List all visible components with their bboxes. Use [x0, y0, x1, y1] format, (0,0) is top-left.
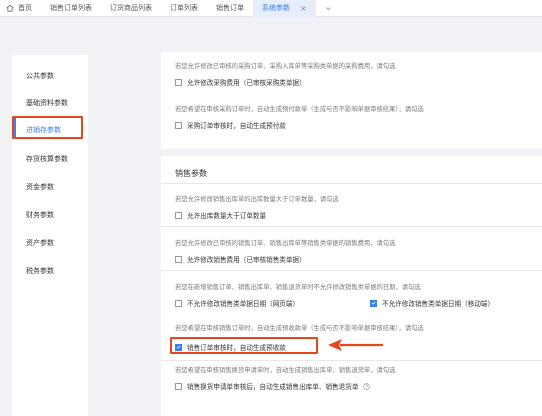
sidebar-item-cost-accounting-params[interactable]: 存货核算参数 — [26, 154, 68, 164]
sidebar-item-fund-params[interactable]: 资金参数 — [26, 182, 54, 192]
option-auto-generate-exchange[interactable]: 销售换货申请单审核后，自动生成销售出库单、销售退货单 — [175, 381, 371, 391]
tab-order-list[interactable]: 订单列表 — [161, 0, 207, 17]
sidebar — [12, 55, 88, 416]
option-allow-modify-sales-fee[interactable]: 允许修改销售费用（已审核销售类单据） — [175, 254, 306, 264]
annotation-arrow-icon — [328, 339, 383, 351]
sales-desc-2: 若您允许修改已审核的销售订单、销售出库单等销售类单据的销售费用，请勾选 — [175, 240, 396, 247]
divider — [161, 360, 542, 361]
check-icon — [176, 345, 181, 349]
tab-label: 系统参数 — [262, 4, 290, 12]
tab-label: 首页 — [18, 4, 32, 12]
option-auto-prepayment[interactable]: 采购订单审核时，自动生成预付款 — [175, 120, 286, 130]
tab-sales-order-list[interactable]: 销售订单列表 — [41, 0, 101, 17]
sidebar-item-asset-params[interactable]: 资产参数 — [26, 238, 54, 248]
tab-order-goods-list[interactable]: 订货商品列表 — [101, 0, 161, 17]
option-allow-outbound-exceed[interactable]: 允许出库数量大于订单数量 — [175, 210, 266, 220]
sidebar-item-inventory-params[interactable]: 进销存参数 — [26, 125, 61, 135]
sidebar-item-basic-data-params[interactable]: 基础资料参数 — [26, 98, 68, 108]
sales-desc-4: 若您希望在审核销售订单时，自动生成预收款单（生成与否不影响单据审核结果），请勾选 — [175, 325, 424, 332]
checkbox-checked[interactable] — [370, 299, 377, 307]
option-label: 允许出库数量大于订单数量 — [187, 212, 267, 220]
tab-sales-order[interactable]: 销售订单 — [207, 0, 253, 17]
option-label: 不允许修改销售类单据日期（移动端） — [382, 300, 495, 308]
checkbox[interactable] — [175, 121, 182, 129]
sales-desc-3: 若您在新增销售订单、销售出库单、销售退货单时不允许修改销售类单据的日期，请勾选 — [175, 284, 421, 291]
checkbox[interactable] — [175, 299, 182, 307]
sales-desc-5: 若您希望在审核销售换货申请单时，自动生成销售出库单、销售退货单，请勾选 — [175, 367, 396, 374]
option-label: 不允许修改销售类单据日期（网页端） — [187, 300, 300, 308]
option-label: 采购订单审核时，自动生成预付款 — [187, 122, 286, 130]
section-title-sales: 销售参数 — [175, 169, 207, 178]
tab-system-params[interactable]: 系统参数 × — [253, 0, 316, 17]
checkbox[interactable] — [175, 255, 182, 263]
tab-label: 销售订单列表 — [50, 4, 92, 12]
tab-home[interactable]: 首页 — [0, 0, 41, 17]
tab-label: 订单列表 — [170, 4, 198, 12]
close-icon[interactable]: × — [300, 4, 307, 13]
option-no-modify-date-mobile[interactable]: 不允许修改销售类单据日期（移动端） — [370, 298, 494, 308]
chevron-down-icon[interactable] — [316, 0, 341, 17]
home-icon — [6, 4, 14, 12]
check-icon — [371, 301, 376, 305]
divider — [161, 226, 542, 227]
tab-label: 销售订单 — [216, 4, 244, 12]
option-no-modify-date-web[interactable]: 不允许修改销售类单据日期（网页端） — [175, 298, 299, 308]
divider — [161, 183, 542, 184]
checkbox-checked[interactable] — [175, 343, 182, 351]
help-icon[interactable] — [363, 382, 371, 390]
checkbox[interactable] — [175, 78, 182, 86]
tab-label: 订货商品列表 — [110, 4, 152, 12]
option-label: 允许修改采购费用（已审核采购类单据） — [187, 79, 306, 87]
checkbox[interactable] — [175, 382, 182, 390]
sales-desc-1: 若您允许修改销售出库单的出库数量大于订单数量，请勾选 — [175, 196, 339, 203]
sidebar-item-common-params[interactable]: 公共参数 — [26, 71, 54, 81]
option-auto-prereceipt[interactable]: 销售订单审核时，自动生成预收款 — [175, 342, 286, 352]
purchase-desc-1: 若您允许修改已审核的采购订单、采购入库单等采购类单据的采购费用，请勾选 — [175, 63, 396, 70]
tab-bar: 首页 销售订单列表 订货商品列表 订单列表 销售订单 系统参数 × — [0, 0, 542, 17]
option-allow-modify-purchase-fee[interactable]: 允许修改采购费用（已审核采购类单据） — [175, 77, 306, 87]
option-label: 销售订单审核时，自动生成预收款 — [187, 344, 286, 352]
sidebar-item-finance-params[interactable]: 财务参数 — [26, 210, 54, 220]
purchase-desc-2: 若您希望在审核采购订单时，自动生成预付款单（生成与否不影响单据审核结果），请勾选 — [175, 106, 424, 113]
checkbox[interactable] — [175, 211, 182, 219]
divider — [161, 270, 542, 271]
sidebar-item-tax-params[interactable]: 税务参数 — [26, 266, 54, 276]
option-label: 允许修改销售费用（已审核销售类单据） — [187, 256, 306, 264]
option-label: 销售换货申请单审核后，自动生成销售出库单、销售退货单 — [187, 383, 359, 391]
